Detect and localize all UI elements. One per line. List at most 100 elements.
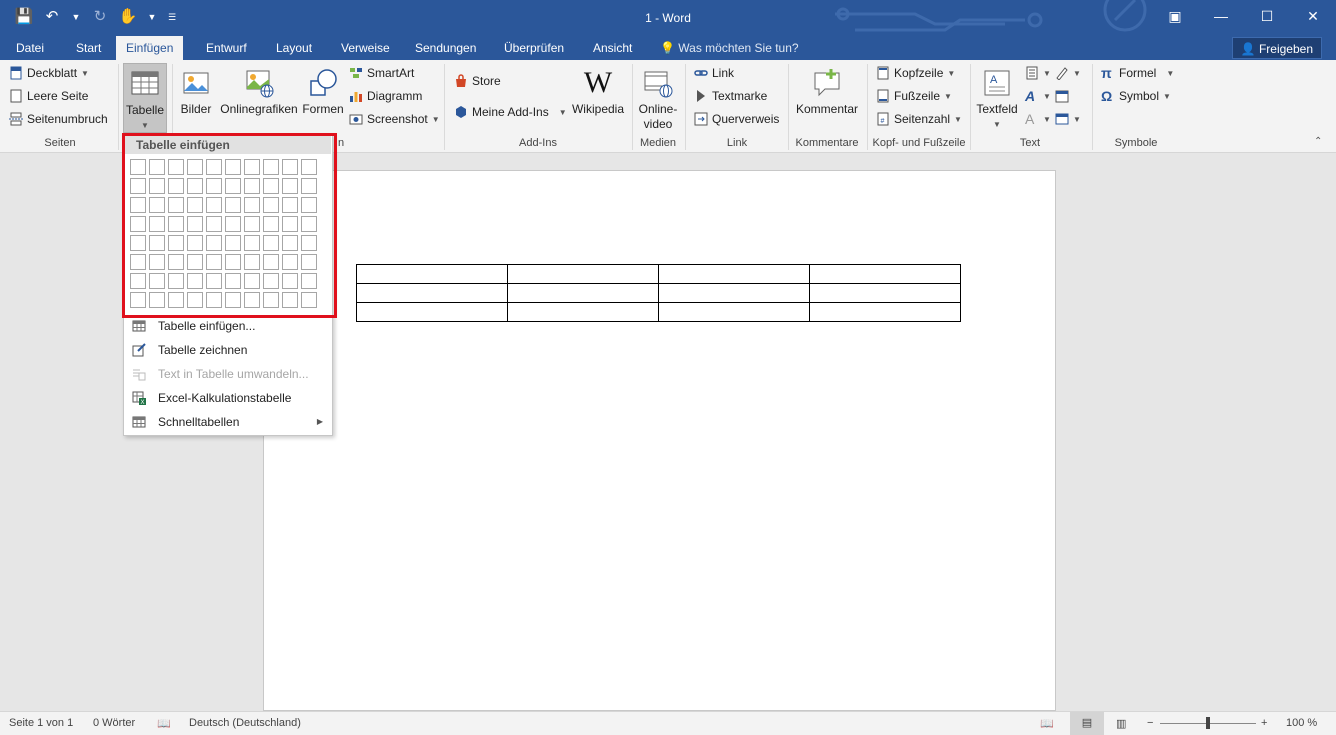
seitenzahl-button[interactable]: # Seitenzahl ▼: [876, 112, 962, 126]
grid-cell[interactable]: [301, 292, 317, 308]
grid-cell[interactable]: [149, 254, 165, 270]
menu-item-tabelle-zeichnen[interactable]: Tabelle zeichnen: [125, 338, 331, 362]
grid-cell[interactable]: [225, 254, 241, 270]
grid-cell[interactable]: [225, 178, 241, 194]
grid-cell[interactable]: [244, 235, 260, 251]
close-icon[interactable]: ✕: [1290, 0, 1336, 32]
table-cell[interactable]: [507, 283, 659, 303]
textfeld-button[interactable]: A Textfeld ▼: [974, 67, 1020, 130]
menu-item-tabelle-einfuegen[interactable]: Tabelle einfügen...: [125, 314, 331, 338]
ribbon-display-options-icon[interactable]: ▣: [1152, 0, 1198, 32]
grid-cell[interactable]: [130, 197, 146, 213]
tab-verweise[interactable]: Verweise: [331, 36, 400, 60]
grid-cell[interactable]: [206, 292, 222, 308]
leere-seite-button[interactable]: Leere Seite: [9, 89, 88, 103]
kopfzeile-button[interactable]: Kopfzeile ▼: [876, 66, 955, 80]
zoom-level[interactable]: 100 %: [1286, 717, 1317, 729]
seitenumbruch-button[interactable]: Seitenumbruch: [9, 112, 108, 126]
symbol-button[interactable]: Ω Symbol ▼: [1101, 89, 1171, 103]
table-cell[interactable]: [507, 264, 659, 284]
grid-cell[interactable]: [225, 216, 241, 232]
grid-cell[interactable]: [225, 159, 241, 175]
grid-cell[interactable]: [187, 292, 203, 308]
table-size-grid[interactable]: [130, 159, 317, 308]
initiale-button[interactable]: A ▼: [1025, 112, 1051, 126]
deckblatt-button[interactable]: Deckblatt ▼: [9, 66, 89, 80]
grid-cell[interactable]: [149, 292, 165, 308]
table-cell[interactable]: [356, 283, 508, 303]
grid-cell[interactable]: [187, 159, 203, 175]
grid-cell[interactable]: [168, 178, 184, 194]
page-count[interactable]: Seite 1 von 1: [9, 717, 73, 729]
grid-cell[interactable]: [130, 159, 146, 175]
grid-cell[interactable]: [206, 159, 222, 175]
grid-cell[interactable]: [206, 216, 222, 232]
grid-cell[interactable]: [282, 159, 298, 175]
formel-button[interactable]: π Formel ▼: [1101, 66, 1174, 80]
grid-cell[interactable]: [244, 178, 260, 194]
diagramm-button[interactable]: Diagramm: [349, 89, 422, 103]
onlinegrafiken-button[interactable]: Onlinegrafiken: [218, 67, 300, 116]
grid-cell[interactable]: [206, 178, 222, 194]
object-button[interactable]: ▼: [1055, 112, 1081, 126]
grid-cell[interactable]: [225, 273, 241, 289]
grid-cell[interactable]: [206, 254, 222, 270]
grid-cell[interactable]: [263, 197, 279, 213]
grid-cell[interactable]: [149, 216, 165, 232]
grid-cell[interactable]: [282, 273, 298, 289]
schnellbausteine-button[interactable]: ▼: [1025, 66, 1051, 80]
zoom-out-icon[interactable]: −: [1147, 717, 1153, 729]
formen-button[interactable]: Formen: [301, 67, 345, 116]
grid-cell[interactable]: [168, 216, 184, 232]
grid-cell[interactable]: [263, 292, 279, 308]
table-cell[interactable]: [809, 302, 961, 322]
table-cell[interactable]: [356, 302, 508, 322]
grid-cell[interactable]: [282, 197, 298, 213]
proofing-icon[interactable]: 📖: [157, 717, 171, 730]
grid-cell[interactable]: [168, 273, 184, 289]
grid-cell[interactable]: [263, 178, 279, 194]
grid-cell[interactable]: [130, 235, 146, 251]
grid-cell[interactable]: [263, 216, 279, 232]
grid-cell[interactable]: [187, 273, 203, 289]
smartart-button[interactable]: SmartArt: [349, 66, 414, 80]
grid-cell[interactable]: [149, 159, 165, 175]
grid-cell[interactable]: [168, 197, 184, 213]
bilder-button[interactable]: Bilder: [176, 67, 216, 116]
grid-cell[interactable]: [149, 178, 165, 194]
collapse-ribbon-button[interactable]: ⌃: [1314, 136, 1322, 147]
tab-entwurf[interactable]: Entwurf: [196, 36, 257, 60]
grid-cell[interactable]: [168, 254, 184, 270]
grid-cell[interactable]: [130, 254, 146, 270]
grid-cell[interactable]: [187, 216, 203, 232]
grid-cell[interactable]: [130, 178, 146, 194]
grid-cell[interactable]: [301, 178, 317, 194]
table-cell[interactable]: [356, 264, 508, 284]
grid-cell[interactable]: [244, 197, 260, 213]
grid-cell[interactable]: [282, 254, 298, 270]
grid-cell[interactable]: [168, 159, 184, 175]
grid-cell[interactable]: [149, 197, 165, 213]
grid-cell[interactable]: [130, 216, 146, 232]
grid-cell[interactable]: [244, 254, 260, 270]
date-time-button[interactable]: [1055, 89, 1069, 103]
tabelle-button[interactable]: Tabelle ▼: [123, 63, 167, 133]
tab-layout[interactable]: Layout: [266, 36, 322, 60]
grid-cell[interactable]: [206, 273, 222, 289]
textmarke-button[interactable]: Textmarke: [694, 89, 767, 103]
tell-me-box[interactable]: 💡 Was möchten Sie tun?: [660, 36, 799, 60]
tab-sendungen[interactable]: Sendungen: [405, 36, 486, 60]
table-cell[interactable]: [658, 302, 810, 322]
grid-cell[interactable]: [206, 197, 222, 213]
grid-cell[interactable]: [187, 254, 203, 270]
grid-cell[interactable]: [130, 273, 146, 289]
grid-cell[interactable]: [263, 159, 279, 175]
menu-item-excel-tabelle[interactable]: X Excel-Kalkulationstabelle: [125, 386, 331, 410]
link-button[interactable]: Link: [694, 66, 734, 80]
table-cell[interactable]: [507, 302, 659, 322]
grid-cell[interactable]: [168, 235, 184, 251]
grid-cell[interactable]: [225, 235, 241, 251]
grid-cell[interactable]: [244, 273, 260, 289]
grid-cell[interactable]: [301, 273, 317, 289]
grid-cell[interactable]: [282, 292, 298, 308]
